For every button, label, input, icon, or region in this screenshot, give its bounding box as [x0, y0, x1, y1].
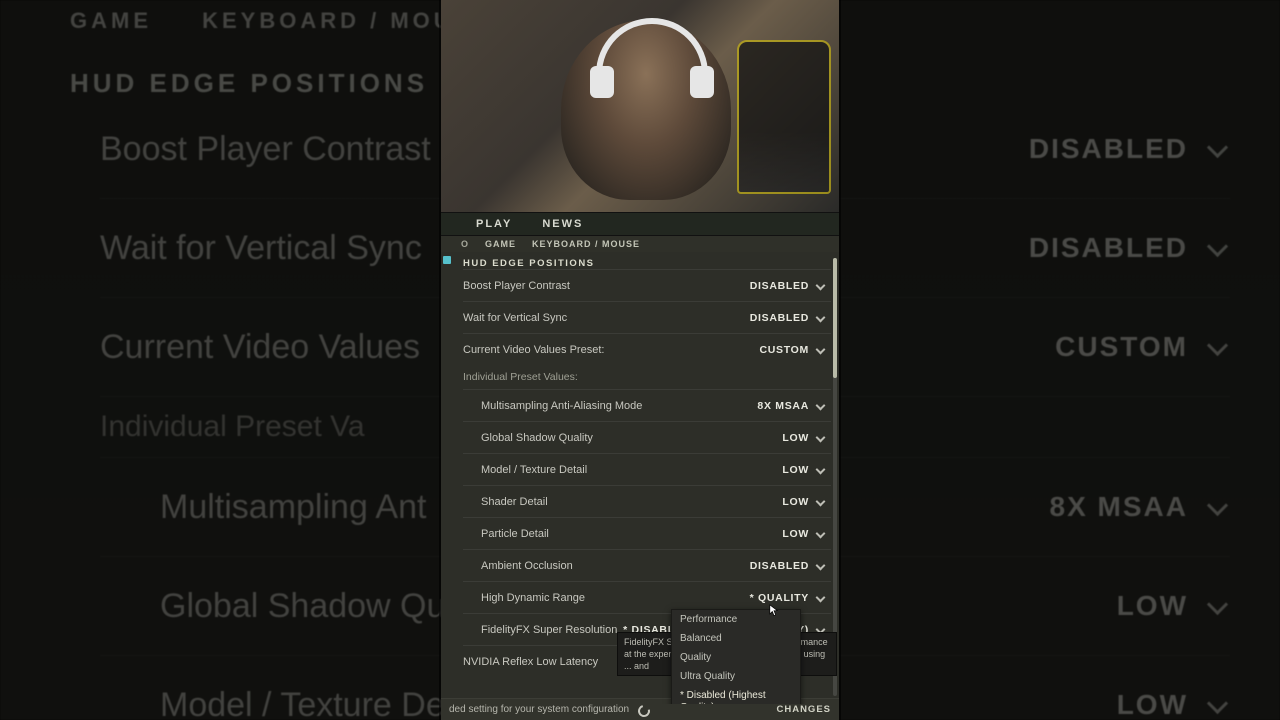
- setting-value-dropdown[interactable]: CUSTOM: [759, 344, 825, 356]
- subtab-kbm[interactable]: KEYBOARD / MOUSE: [532, 239, 640, 249]
- setting-label: Model / Texture Detail: [481, 464, 587, 476]
- chevron-down-icon: [1206, 594, 1230, 618]
- mouse-cursor-icon: [769, 604, 779, 618]
- individual-preset-header: Individual Preset Values:: [463, 365, 831, 389]
- bg-row-label: Model / Texture De: [160, 686, 445, 720]
- bg-row-label: Individual Preset Va: [100, 410, 365, 444]
- setting-label: FidelityFX Super Resolution: [481, 624, 617, 636]
- chevron-down-icon: [815, 345, 825, 355]
- setting-boost-player-contrast[interactable]: Boost Player Contrast DISABLED: [463, 269, 831, 301]
- setting-wait-for-vsync[interactable]: Wait for Vertical Sync DISABLED: [463, 301, 831, 333]
- bg-row-label: Current Video Values: [100, 328, 420, 367]
- setting-value-dropdown[interactable]: DISABLED: [750, 560, 825, 572]
- chevron-down-icon: [815, 529, 825, 539]
- bg-section-title: HUD EDGE POSITIONS: [70, 68, 428, 99]
- bg-row-label: Wait for Vertical Sync: [100, 229, 422, 268]
- setting-video-values-preset[interactable]: Current Video Values Preset: CUSTOM: [463, 333, 831, 365]
- fsr-option-ultra-quality[interactable]: Ultra Quality: [672, 667, 800, 686]
- section-hud-edge-positions: HUD EDGE POSITIONS: [463, 258, 831, 269]
- chevron-down-icon: [1206, 137, 1230, 161]
- setting-value-dropdown[interactable]: LOW: [782, 464, 825, 476]
- bg-row-label: Global Shadow Qu: [160, 587, 445, 626]
- menu-play[interactable]: PLAY: [476, 218, 512, 230]
- video-settings-panel: HUD EDGE POSITIONS Boost Player Contrast…: [441, 252, 839, 704]
- setting-label: Boost Player Contrast: [463, 280, 570, 292]
- bg-row-value: LOW: [1117, 590, 1188, 622]
- bg-row-value: LOW: [1117, 689, 1188, 720]
- chevron-down-icon: [815, 401, 825, 411]
- setting-shader-detail[interactable]: Shader Detail LOW: [463, 485, 831, 517]
- chevron-down-icon: [1206, 495, 1230, 519]
- setting-value-dropdown[interactable]: 8X MSAA: [757, 400, 825, 412]
- main-menu-bar: PLAY NEWS: [441, 212, 839, 236]
- setting-ambient-occlusion[interactable]: Ambient Occlusion DISABLED: [463, 549, 831, 581]
- bg-row-value: DISABLED: [1029, 232, 1188, 264]
- webcam-overlay: [441, 0, 839, 212]
- bg-row-value: CUSTOM: [1055, 331, 1188, 363]
- setting-label: Particle Detail: [481, 528, 549, 540]
- chevron-down-icon: [815, 593, 825, 603]
- gaming-chair: [737, 40, 831, 194]
- bg-tab-game: GAME: [70, 8, 152, 33]
- setting-label: NVIDIA Reflex Low Latency: [463, 656, 598, 668]
- setting-label: Shader Detail: [481, 496, 548, 508]
- setting-value-dropdown[interactable]: LOW: [782, 528, 825, 540]
- bg-row-value: DISABLED: [1029, 133, 1188, 165]
- setting-label: Global Shadow Quality: [481, 432, 593, 444]
- fsr-option-balanced[interactable]: Balanced: [672, 629, 800, 648]
- chevron-down-icon: [1206, 335, 1230, 359]
- headset-icon: [596, 18, 708, 79]
- setting-label: High Dynamic Range: [481, 592, 585, 604]
- setting-particle-detail[interactable]: Particle Detail LOW: [463, 517, 831, 549]
- setting-label: Multisampling Anti-Aliasing Mode: [481, 400, 642, 412]
- setting-global-shadow[interactable]: Global Shadow Quality LOW: [463, 421, 831, 453]
- bg-row-label: Boost Player Contrast: [100, 130, 431, 169]
- setting-value-dropdown[interactable]: LOW: [782, 432, 825, 444]
- menu-news[interactable]: NEWS: [542, 218, 583, 230]
- fsr-option-performance[interactable]: Performance: [672, 610, 800, 629]
- setting-label: Wait for Vertical Sync: [463, 312, 567, 324]
- vertical-video-column: PLAY NEWS O GAME KEYBOARD / MOUSE HUD ED…: [441, 0, 839, 720]
- setting-msaa[interactable]: Multisampling Anti-Aliasing Mode 8X MSAA: [463, 389, 831, 421]
- chevron-down-icon: [1206, 693, 1230, 717]
- setting-label: Ambient Occlusion: [481, 560, 573, 572]
- setting-value-dropdown[interactable]: * QUALITY: [750, 592, 825, 604]
- preset-values-note: Individual Preset Values:: [463, 371, 578, 383]
- setting-label: Current Video Values Preset:: [463, 344, 604, 356]
- setting-value-dropdown[interactable]: DISABLED: [750, 312, 825, 324]
- apply-changes-button[interactable]: CHANGES: [776, 704, 831, 715]
- subtab-game[interactable]: GAME: [485, 239, 516, 249]
- hud-position-indicator[interactable]: [443, 256, 451, 264]
- recommended-hint: ded setting for your system configuratio…: [449, 704, 629, 715]
- chevron-down-icon: [815, 497, 825, 507]
- settings-subtabs: O GAME KEYBOARD / MOUSE: [441, 236, 839, 252]
- chevron-down-icon: [815, 465, 825, 475]
- chevron-down-icon: [815, 561, 825, 571]
- chevron-down-icon: [1206, 236, 1230, 260]
- bg-row-label: Multisampling Ant: [160, 488, 426, 527]
- fsr-dropdown-list[interactable]: Performance Balanced Quality Ultra Quali…: [671, 609, 801, 704]
- bg-row-value: 8X MSAA: [1050, 491, 1188, 523]
- setting-model-texture[interactable]: Model / Texture Detail LOW: [463, 453, 831, 485]
- reset-icon[interactable]: [637, 704, 649, 716]
- chevron-down-icon: [815, 433, 825, 443]
- subtab-other[interactable]: O: [461, 239, 469, 249]
- fsr-option-disabled[interactable]: * Disabled (Highest Quality): [672, 686, 800, 704]
- setting-value-dropdown[interactable]: DISABLED: [750, 280, 825, 292]
- fsr-option-quality[interactable]: Quality: [672, 648, 800, 667]
- chevron-down-icon: [815, 281, 825, 291]
- setting-value-dropdown[interactable]: LOW: [782, 496, 825, 508]
- chevron-down-icon: [815, 313, 825, 323]
